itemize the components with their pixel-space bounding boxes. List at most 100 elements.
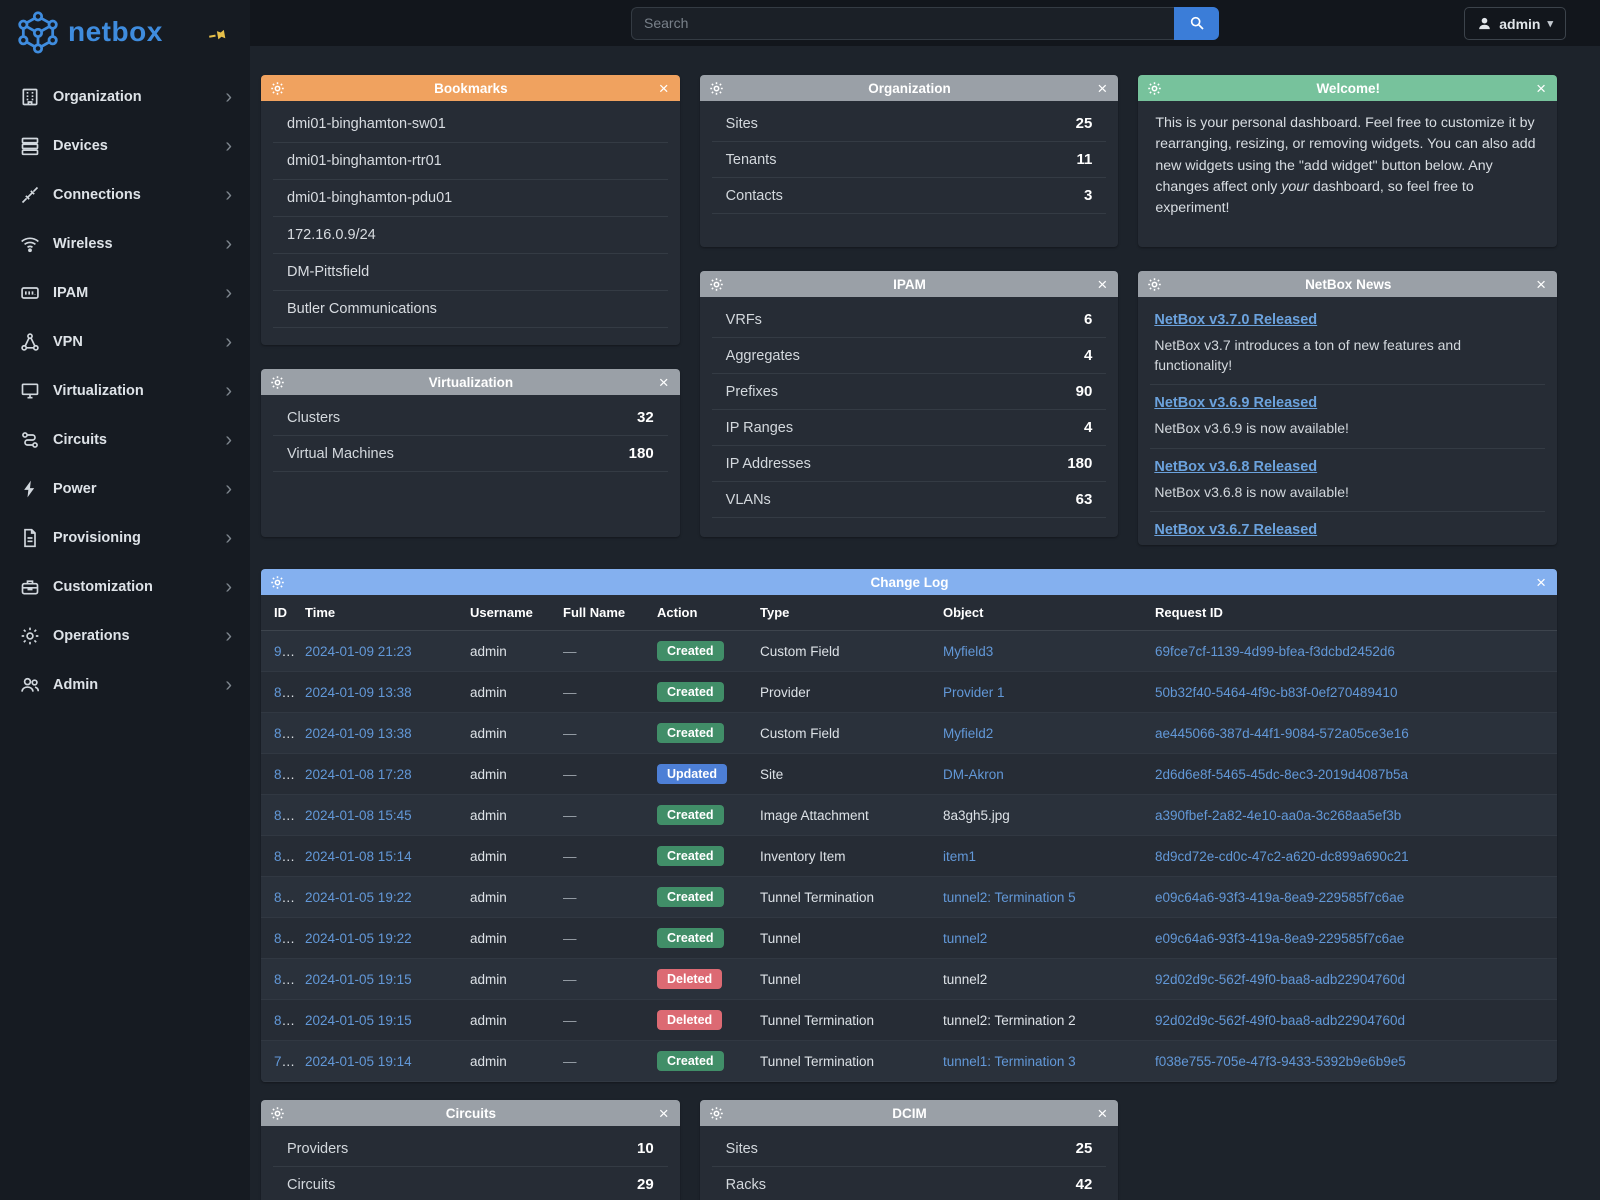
request-id-link[interactable]: ae445066-387d-44f1-9084-572a05ce3e16 [1155,726,1409,741]
stat-row[interactable]: Clusters 32 [273,400,668,436]
change-id-link[interactable]: 83 [274,931,295,946]
news-headline-link[interactable]: NetBox v3.7.0 Released [1154,312,1317,328]
sidebar-item-circuits[interactable]: Circuits › [0,415,250,464]
news-headline-link[interactable]: NetBox v3.6.9 Released [1154,395,1317,411]
change-time-link[interactable]: 2024-01-09 13:38 [305,726,412,741]
widget-config-icon[interactable] [709,81,724,96]
stat-row[interactable]: Racks 42 [712,1167,1107,1200]
change-id-link[interactable]: 85 [274,849,295,864]
widget-close-icon[interactable]: × [1534,574,1548,591]
change-id-link[interactable]: 80 [274,1013,295,1028]
request-id-link[interactable]: 8d9cd72e-cd0c-47c2-a620-dc899a690c21 [1155,849,1409,864]
search-input[interactable] [631,7,1174,40]
stat-row[interactable]: IP Addresses 180 [712,446,1107,482]
widget-close-icon[interactable]: × [1095,276,1109,293]
stat-row[interactable]: Virtual Machines 180 [273,436,668,472]
change-time-link[interactable]: 2024-01-05 19:14 [305,1054,412,1069]
stat-row[interactable]: Prefixes 90 [712,374,1107,410]
sidebar-item-virtualization[interactable]: Virtualization › [0,366,250,415]
change-id-link[interactable]: 87 [274,767,295,782]
sidebar-item-power[interactable]: Power › [0,464,250,513]
change-time-link[interactable]: 2024-01-09 13:38 [305,685,412,700]
change-object[interactable]: Provider 1 [943,685,1005,700]
stat-row[interactable]: Contacts 3 [712,178,1107,214]
sidebar-item-organization[interactable]: Organization › [0,72,250,121]
change-object[interactable]: tunnel1: Termination 3 [943,1054,1076,1069]
sidebar-item-admin[interactable]: Admin › [0,660,250,709]
bookmark-item[interactable]: dmi01-binghamton-sw01 [273,106,668,143]
widget-config-icon[interactable] [709,277,724,292]
change-id-link[interactable]: 88 [274,726,295,741]
change-object[interactable]: tunnel2 [943,972,987,987]
change-time-link[interactable]: 2024-01-05 19:15 [305,972,412,987]
widget-close-icon[interactable]: × [1534,276,1548,293]
change-object[interactable]: tunnel2: Termination 2 [943,1013,1076,1028]
change-object[interactable]: tunnel2: Termination 5 [943,890,1076,905]
change-id-link[interactable]: 79 [274,1054,295,1069]
user-menu-button[interactable]: admin ▾ [1464,7,1566,40]
widget-config-icon[interactable] [1147,277,1162,292]
widget-close-icon[interactable]: × [1534,80,1548,97]
change-time-link[interactable]: 2024-01-09 21:23 [305,644,412,659]
bookmark-item[interactable]: Butler Communications [273,291,668,328]
request-id-link[interactable]: f038e755-705e-47f3-9433-5392b9e6b9e5 [1155,1054,1406,1069]
sidebar-item-vpn[interactable]: VPN › [0,317,250,366]
bookmark-item[interactable]: 172.16.0.9/24 [273,217,668,254]
request-id-link[interactable]: e09c64a6-93f3-419a-8ea9-229585f7c6ae [1155,931,1404,946]
sidebar-item-provisioning[interactable]: Provisioning › [0,513,250,562]
change-time-link[interactable]: 2024-01-08 15:14 [305,849,412,864]
change-object[interactable]: Myfield2 [943,726,993,741]
logo[interactable]: netbox [0,0,250,64]
news-headline-link[interactable]: NetBox v3.6.8 Released [1154,459,1317,475]
change-time-link[interactable]: 2024-01-08 15:45 [305,808,412,823]
request-id-link[interactable]: 2d6d6e8f-5465-45dc-8ec3-2019d4087b5a [1155,767,1408,782]
sidebar-item-operations[interactable]: Operations › [0,611,250,660]
widget-close-icon[interactable]: × [1095,1105,1109,1122]
request-id-link[interactable]: a390fbef-2a82-4e10-aa0a-3c268aa5ef3b [1155,808,1401,823]
change-time-link[interactable]: 2024-01-05 19:22 [305,890,412,905]
change-id-link[interactable]: 81 [274,972,295,987]
stat-row[interactable]: Providers 10 [273,1131,668,1167]
change-id-link[interactable]: 90 [274,644,295,659]
change-time-link[interactable]: 2024-01-08 17:28 [305,767,412,782]
news-headline-link[interactable]: NetBox v3.6.7 Released [1154,522,1317,538]
change-time-link[interactable]: 2024-01-05 19:22 [305,931,412,946]
change-time-link[interactable]: 2024-01-05 19:15 [305,1013,412,1028]
stat-row[interactable]: Sites 25 [712,1131,1107,1167]
change-object[interactable]: tunnel2 [943,931,987,946]
request-id-link[interactable]: 50b32f40-5464-4f9c-b83f-0ef270489410 [1155,685,1397,700]
request-id-link[interactable]: e09c64a6-93f3-419a-8ea9-229585f7c6ae [1155,890,1404,905]
stat-row[interactable]: Aggregates 4 [712,338,1107,374]
change-id-link[interactable]: 84 [274,890,295,905]
widget-close-icon[interactable]: × [657,1105,671,1122]
change-id-link[interactable]: 86 [274,808,295,823]
widget-config-icon[interactable] [709,1106,724,1121]
widget-close-icon[interactable]: × [657,374,671,391]
widget-close-icon[interactable]: × [1095,80,1109,97]
stat-row[interactable]: Tenants 11 [712,142,1107,178]
stat-row[interactable]: VRFs 6 [712,302,1107,338]
request-id-link[interactable]: 69fce7cf-1139-4d99-bfea-f3dcbd2452d6 [1155,644,1395,659]
widget-close-icon[interactable]: × [657,80,671,97]
sidebar-item-customization[interactable]: Customization › [0,562,250,611]
sidebar-item-ipam[interactable]: IPAM › [0,268,250,317]
change-object[interactable]: item1 [943,849,976,864]
widget-config-icon[interactable] [1147,81,1162,96]
change-object[interactable]: DM-Akron [943,767,1004,782]
sidebar-item-devices[interactable]: Devices › [0,121,250,170]
widget-config-icon[interactable] [270,1106,285,1121]
change-object[interactable]: Myfield3 [943,644,993,659]
widget-config-icon[interactable] [270,81,285,96]
bookmark-item[interactable]: DM-Pittsfield [273,254,668,291]
request-id-link[interactable]: 92d02d9c-562f-49f0-baa8-adb22904760d [1155,1013,1405,1028]
widget-config-icon[interactable] [270,575,285,590]
sidebar-item-connections[interactable]: Connections › [0,170,250,219]
stat-row[interactable]: Sites 25 [712,106,1107,142]
change-object[interactable]: 8a3gh5.jpg [943,808,1010,823]
widget-config-icon[interactable] [270,375,285,390]
bookmark-item[interactable]: dmi01-binghamton-rtr01 [273,143,668,180]
request-id-link[interactable]: 92d02d9c-562f-49f0-baa8-adb22904760d [1155,972,1405,987]
sidebar-item-wireless[interactable]: Wireless › [0,219,250,268]
stat-row[interactable]: VLANs 63 [712,482,1107,518]
bookmark-item[interactable]: dmi01-binghamton-pdu01 [273,180,668,217]
